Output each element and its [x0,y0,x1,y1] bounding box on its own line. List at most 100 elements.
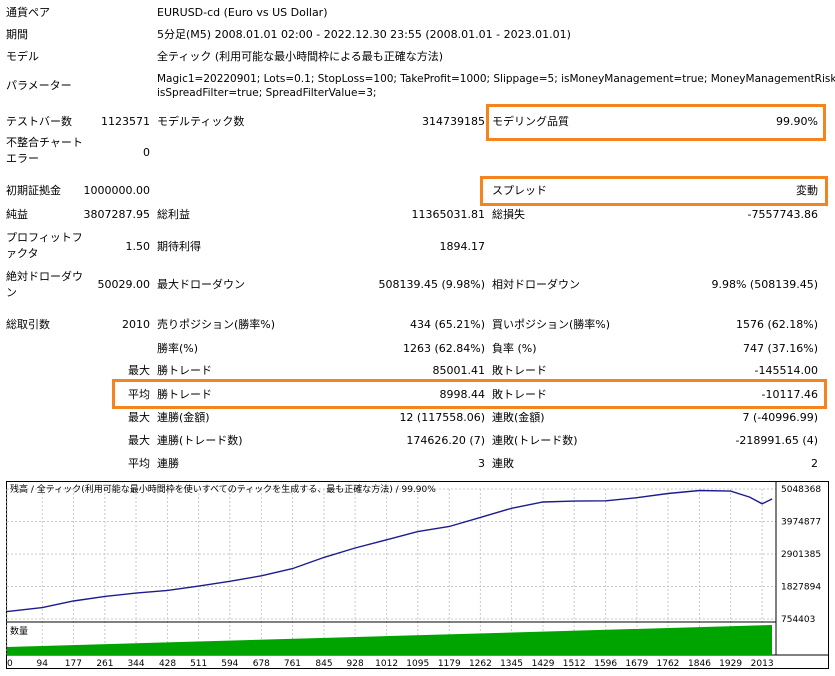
x-tick-22: 1846 [688,659,711,669]
x-tick-12: 1012 [375,659,398,669]
rel-drawdown-label: 相対ドローダウン [492,278,580,291]
long-positions-label: 買いポジション(勝率%) [492,318,611,331]
abs-drawdown-label-2: ン [6,286,17,299]
x-tick-2: 177 [65,659,82,669]
gross-loss-value: -7557743.86 [747,208,818,221]
x-tick-10: 845 [315,659,332,669]
balance-chart: 5048368 3974877 2901385 1827894 754403 0 94 17… [6,481,829,669]
largest-win-value: 85001.41 [432,364,486,377]
params-line-2: isSpreadFilter=true; SpreadFilterValue=3… [157,87,377,99]
profit-factor-value: 1.50 [125,240,151,253]
x-tick-11: 928 [347,659,364,669]
x-tick-18: 1512 [563,659,586,669]
highlight-average-box [112,379,827,409]
profit-factor-label-1: プロフィットフ [6,231,83,244]
gross-profit-value: 11365031.81 [411,208,485,221]
x-tick-19: 1596 [594,659,617,669]
highlight-quality-box [486,104,826,141]
period-label: 期間 [6,28,28,41]
net-profit-value: 3807287.95 [83,208,150,221]
x-tick-4: 344 [127,659,144,669]
max-consec-loss-value: 7 (-40996.99) [742,411,818,424]
model-value: 全ティック (利用可能な最小時間枠による最も正確な方法) [157,50,444,63]
max-consec-prefix-1: 最大 [128,411,150,424]
y-tick-4: 754403 [781,615,815,625]
x-tick-9: 761 [284,659,301,669]
volume-label: 数量 [10,625,28,637]
y-tick-2: 2901385 [781,550,821,560]
gross-loss-label: 総損失 [492,208,525,221]
short-positions-value: 434 (65.21%) [409,318,485,331]
largest-loss-label: 敗トレード [492,364,547,377]
net-profit-label: 純益 [6,208,28,221]
total-trades-value: 2010 [122,318,150,331]
gross-profit-label: 総利益 [157,208,190,221]
params-label: パラメーター [6,79,72,92]
bars-value: 1123571 [101,115,150,128]
win-pct-label: 勝率(%) [157,342,199,355]
y-tick-3: 1827894 [781,583,821,593]
x-tick-7: 594 [221,659,238,669]
max-drawdown-label: 最大ドローダウン [157,278,245,291]
largest-prefix: 最大 [128,364,150,377]
largest-loss-value: -145514.00 [754,364,818,377]
win-pct-value: 1263 (62.84%) [402,342,485,355]
max-consec-loss-label: 連敗(金額) [492,411,545,424]
long-positions-value: 1576 (62.18%) [735,318,818,331]
chart-title: 残高 / 全ティック(利用可能な最小時間枠を使いすべてのティックを生成する、最も… [10,483,436,495]
x-tick-21: 1762 [657,659,680,669]
params-line-1: Magic1=20220901; Lots=0.1; StopLoss=100;… [157,73,835,85]
max-consec-lossamt-label: 連敗(トレード数) [492,434,578,447]
profit-factor-label-2: ァクタ [6,247,39,260]
loss-pct-value: 747 (37.16%) [742,342,818,355]
highlight-spread-box [480,176,828,206]
max-consec-win-value: 12 (117558.06) [399,411,485,424]
max-consec-prefix-2: 最大 [128,434,150,447]
rel-drawdown-value: 9.98% (508139.45) [711,278,818,291]
symbol-value: EURUSD-cd (Euro vs US Dollar) [157,6,328,19]
x-tick-15: 1262 [469,659,492,669]
mismatch-value: 0 [143,146,150,159]
loss-pct-label: 負率 (%) [492,342,537,355]
avg-consec-prefix: 平均 [128,457,150,470]
ticks-value: 314739185 [422,115,485,128]
x-tick-8: 678 [253,659,270,669]
y-tick-1: 3974877 [781,518,821,528]
x-tick-13: 1095 [406,659,429,669]
payoff-label: 期待利得 [157,240,201,253]
x-tick-6: 511 [190,659,207,669]
x-tick-17: 1429 [532,659,555,669]
deposit-label: 初期証拠金 [6,184,61,197]
model-label: モデル [6,50,39,63]
max-drawdown-value: 508139.45 (9.98%) [378,278,485,291]
total-trades-label: 総取引数 [6,318,50,331]
symbol-label: 通貨ペア [6,6,50,19]
max-consec-profit-value: 174626.20 (7) [406,434,485,447]
avg-consec-loss-label: 連敗 [492,457,514,470]
x-tick-5: 428 [159,659,176,669]
y-tick-0: 5048368 [781,485,821,495]
payoff-value: 1894.17 [439,240,486,253]
max-consec-lossamt-value: -218991.65 (4) [735,434,818,447]
x-tick-24: 2013 [751,659,774,669]
x-tick-23: 1929 [719,659,742,669]
x-tick-14: 1179 [438,659,461,669]
x-tick-16: 1345 [500,659,523,669]
x-tick-1: 94 [37,659,49,669]
max-consec-profit-label: 連勝(トレード数) [157,434,243,447]
x-tick-3: 261 [96,659,113,669]
avg-consec-win-label: 連勝 [157,457,179,470]
abs-drawdown-label-1: 絶対ドローダウ [6,270,83,283]
avg-consec-loss-value: 2 [811,457,818,470]
avg-consec-win-value: 3 [478,457,485,470]
largest-win-label: 勝トレード [157,364,212,377]
abs-drawdown-value: 50029.00 [97,278,151,291]
deposit-value: 1000000.00 [83,184,150,197]
period-value: 5分足(M5) 2008.01.01 02:00 - 2022.12.30 23… [157,28,571,41]
mismatch-label-2: エラー [6,152,39,165]
max-consec-win-label: 連勝(金額) [157,411,210,424]
bars-label: テストバー数 [6,115,72,128]
x-tick-0: 0 [7,659,13,669]
short-positions-label: 売りポジション(勝率%) [157,318,276,331]
mismatch-label-1: 不整合チャート [6,136,83,149]
